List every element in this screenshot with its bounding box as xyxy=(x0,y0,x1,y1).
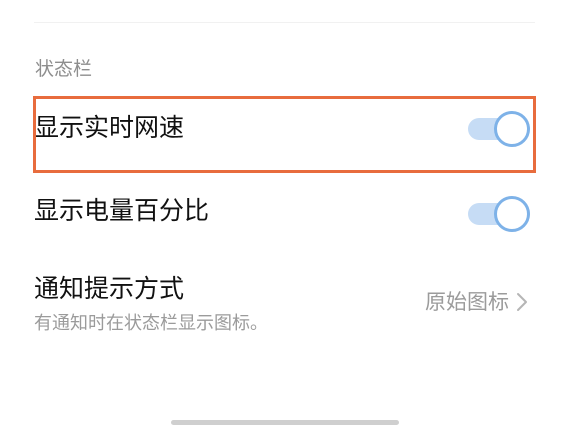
setting-label: 显示电量百分比 xyxy=(34,196,210,225)
section-title-status-bar: 状态栏 xyxy=(35,58,93,80)
setting-row-battery-percentage[interactable]: 显示电量百分比 xyxy=(34,194,536,234)
toggle-knob xyxy=(494,196,530,232)
home-indicator[interactable] xyxy=(171,420,399,425)
setting-subtitle: 有通知时在状态栏显示图标。 xyxy=(34,313,268,334)
highlight-box xyxy=(33,96,536,173)
chevron-right-icon xyxy=(512,288,532,316)
top-divider xyxy=(34,22,535,23)
setting-label: 通知提示方式 xyxy=(34,274,185,303)
setting-row-notification-style[interactable]: 通知提示方式 有通知时在状态栏显示图标。 原始图标 xyxy=(34,272,536,338)
notification-style-value: 原始图标 xyxy=(425,290,509,314)
battery-percentage-toggle[interactable] xyxy=(468,196,530,232)
